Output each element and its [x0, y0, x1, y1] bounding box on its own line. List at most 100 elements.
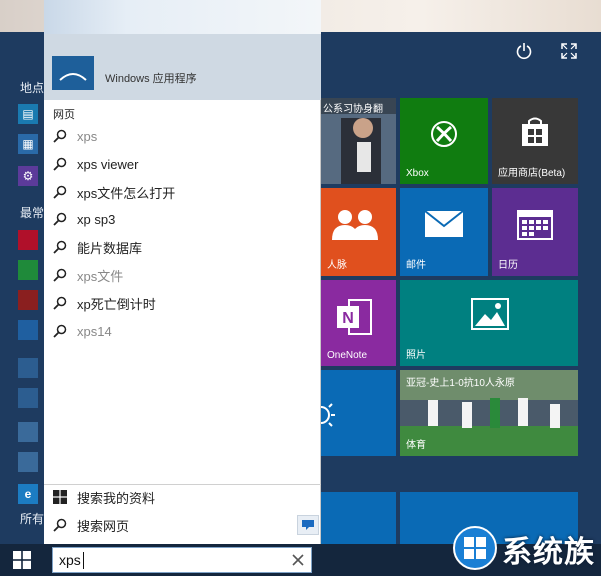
- feedback-icon: [302, 520, 314, 530]
- app-icon: ▤: [22, 107, 34, 121]
- sports-tile-label: 体育: [406, 440, 426, 451]
- windows-logo-icon: [13, 551, 31, 569]
- mail-icon: [424, 210, 464, 237]
- suggestion-text: xp sp3: [77, 211, 116, 227]
- most-used-label: 最常: [20, 206, 45, 220]
- watermark-text: 系统族: [502, 535, 595, 570]
- store-bag-icon: [522, 117, 548, 146]
- left-app-tile[interactable]: ▤: [18, 104, 38, 124]
- left-app-tile[interactable]: [18, 452, 38, 472]
- suggestion-text: 能片数据库: [77, 240, 143, 256]
- suggestion-item[interactable]: xp死亡倒计时: [53, 292, 313, 314]
- store-tile-label: 应用商店(Beta): [498, 168, 566, 179]
- suggestion-text: xps文件怎么打开: [77, 185, 176, 201]
- suggestion-item[interactable]: 能片数据库: [53, 236, 313, 258]
- expand-icon[interactable]: [560, 42, 578, 60]
- feedback-button[interactable]: [297, 515, 319, 535]
- gear-icon: ⚙: [22, 169, 34, 183]
- start-left-column: 地点 ▤ ▦ ⚙ 最常 e 所有: [0, 32, 44, 544]
- news-tile-headline: 公系习协身翻: [323, 104, 383, 115]
- app-icon: [52, 56, 94, 90]
- left-settings-tile[interactable]: ⚙: [18, 166, 38, 186]
- suggestion-text: xps14: [77, 323, 112, 339]
- best-match-result[interactable]: Windows 应用程序: [44, 34, 321, 100]
- text-caret: [83, 552, 84, 569]
- news-tile[interactable]: 公系习协身翻: [321, 98, 396, 184]
- onenote-icon: N: [337, 299, 372, 335]
- calendar-tile-label: 日历: [498, 260, 518, 271]
- suggestion-item[interactable]: xps: [53, 125, 313, 147]
- taskbar-search-input[interactable]: xps: [52, 547, 312, 573]
- xbox-icon: [431, 121, 457, 147]
- left-app-tile[interactable]: [18, 358, 38, 378]
- search-icon: [53, 324, 67, 338]
- suggestion-item[interactable]: xps文件怎么打开: [53, 181, 313, 203]
- suggestion-item[interactable]: xps14: [53, 320, 313, 342]
- suggestion-text: xps文件: [77, 268, 124, 284]
- windows-icon: [53, 490, 67, 504]
- search-input-value: xps: [59, 552, 81, 568]
- blurred-header: [44, 0, 321, 34]
- search-icon: [53, 212, 67, 226]
- left-app-tile[interactable]: [18, 260, 38, 280]
- suggestion-text: xps: [77, 128, 98, 144]
- app-icon: ▦: [22, 137, 34, 151]
- places-label: 地点: [20, 81, 45, 95]
- search-results-panel: Windows 应用程序 网页 xps xps viewer xps文件怎么打开…: [44, 0, 321, 544]
- svg-text:N: N: [342, 310, 354, 327]
- photos-icon: [471, 298, 509, 330]
- suggestion-item[interactable]: xps viewer: [53, 153, 313, 175]
- onenote-tile[interactable]: N OneNote: [321, 280, 396, 366]
- left-app-tile[interactable]: [18, 230, 38, 250]
- store-tile[interactable]: 应用商店(Beta): [492, 98, 578, 184]
- calendar-icon: [517, 210, 553, 240]
- web-section-header: 网页: [53, 109, 75, 121]
- onenote-tile-label: OneNote: [327, 350, 368, 361]
- sun-icon: [321, 403, 335, 427]
- suggestion-item[interactable]: xp sp3: [53, 208, 313, 230]
- photos-tile-label: 照片: [406, 350, 426, 361]
- left-app-tile[interactable]: [18, 422, 38, 442]
- close-icon[interactable]: [291, 553, 305, 567]
- people-tile-label: 人脉: [327, 260, 347, 271]
- sports-tile[interactable]: 亚冠-史上1-0抗10人永原 体育: [400, 370, 578, 456]
- suggestion-text: xp死亡倒计时: [77, 296, 156, 312]
- all-apps-label[interactable]: 所有: [20, 510, 44, 527]
- search-icon: [53, 185, 67, 199]
- suggestion-text: xps viewer: [77, 156, 139, 172]
- mail-tile-label: 邮件: [406, 260, 426, 271]
- divider: [44, 484, 321, 485]
- search-web-label: 搜索网页: [77, 518, 130, 534]
- search-icon: [53, 518, 67, 532]
- weather-tile[interactable]: [321, 370, 396, 456]
- search-web-button[interactable]: 搜索网页: [53, 514, 293, 536]
- left-app-tile[interactable]: ▦: [18, 134, 38, 154]
- ie-icon: e: [24, 487, 32, 501]
- left-app-tile[interactable]: [18, 320, 38, 340]
- people-tile[interactable]: 人脉: [321, 188, 396, 276]
- watermark-logo: 系统族: [452, 515, 601, 576]
- search-icon: [53, 240, 67, 254]
- search-my-stuff-label: 搜索我的资料: [77, 490, 156, 506]
- photos-tile[interactable]: 照片: [400, 280, 578, 366]
- app-tile[interactable]: [321, 492, 396, 544]
- xbox-tile[interactable]: Xbox: [400, 98, 488, 184]
- search-icon: [53, 157, 67, 171]
- left-app-tile[interactable]: [18, 388, 38, 408]
- search-icon: [53, 129, 67, 143]
- search-icon: [53, 296, 67, 310]
- watermark-windows-icon: [453, 526, 497, 570]
- calendar-tile[interactable]: 日历: [492, 188, 578, 276]
- left-ie-tile[interactable]: e: [18, 484, 38, 504]
- power-icon[interactable]: [515, 42, 533, 60]
- start-button[interactable]: [0, 544, 44, 576]
- best-match-label: Windows 应用程序: [105, 73, 197, 85]
- mail-tile[interactable]: 邮件: [400, 188, 488, 276]
- sports-headline: 亚冠-史上1-0抗10人永原: [406, 378, 515, 389]
- left-app-tile[interactable]: [18, 290, 38, 310]
- people-icon: [332, 210, 378, 240]
- search-my-stuff-button[interactable]: 搜索我的资料: [53, 486, 293, 508]
- suggestion-item[interactable]: xps文件: [53, 264, 313, 286]
- search-icon: [53, 268, 67, 282]
- xbox-tile-label: Xbox: [406, 168, 429, 179]
